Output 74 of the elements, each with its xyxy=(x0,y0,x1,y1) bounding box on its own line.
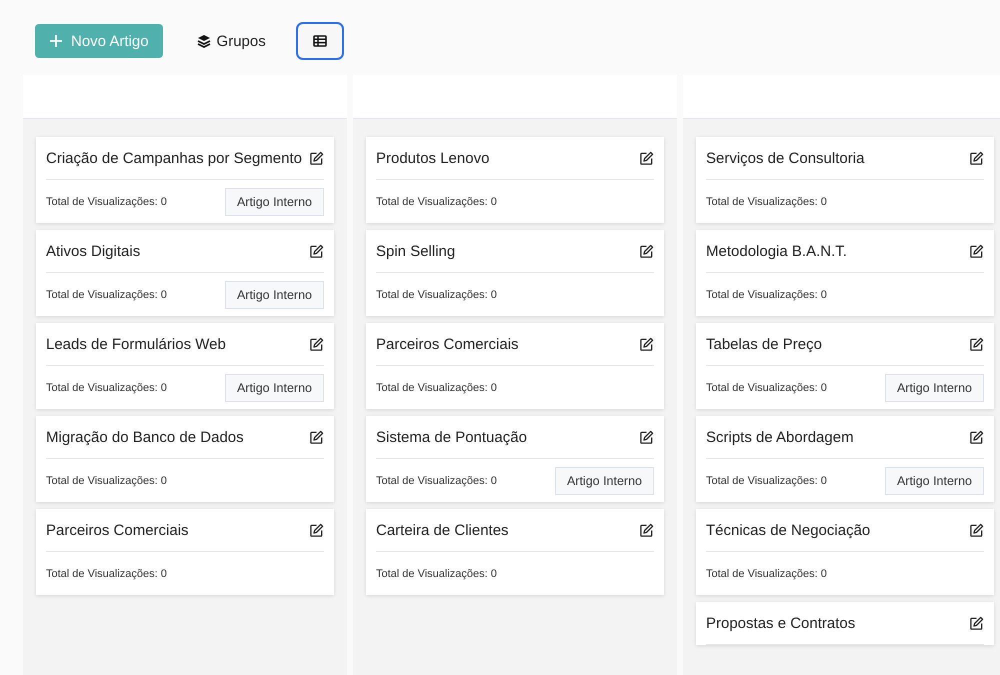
article-card[interactable]: Tabelas de Preço Total de Visualizações: 0 Artigo Interno xyxy=(696,323,994,409)
article-card[interactable]: Criação de Campanhas por Segmento Total de Visualizações: 0 Artigo Interno xyxy=(36,137,334,223)
article-card[interactable]: Parceiros Comerciais Total de Visualizações: 0 xyxy=(36,509,334,595)
article-title: Migração do Banco de Dados xyxy=(46,428,244,446)
plus-icon xyxy=(49,34,63,48)
article-title: Técnicas de Negociação xyxy=(706,522,870,538)
article-card[interactable]: Propostas e Contratos xyxy=(696,602,994,645)
edit-icon[interactable] xyxy=(639,336,654,352)
views-count: Total de Visualizações: 0 xyxy=(376,474,497,486)
article-title: Parceiros Comerciais xyxy=(46,522,189,538)
views-count: Total de Visualizações: 0 xyxy=(46,288,167,300)
article-title: Spin Selling xyxy=(376,242,456,260)
views-count: Total de Visualizações: 0 xyxy=(46,474,167,486)
article-title: Tabelas de Preço xyxy=(706,336,822,352)
article-card[interactable]: Leads de Formulários Web Total de Visualizações: 0 Artigo Interno xyxy=(36,323,334,409)
edit-icon[interactable] xyxy=(639,430,654,444)
edit-icon[interactable] xyxy=(309,336,324,352)
internal-article-tag: Artigo Interno xyxy=(224,374,324,402)
edit-icon[interactable] xyxy=(969,522,984,538)
edit-icon[interactable] xyxy=(309,244,324,258)
internal-article-tag: Artigo Interno xyxy=(884,374,984,402)
list-view-toggle[interactable] xyxy=(296,22,344,60)
views-count: Total de Visualizações: 0 xyxy=(376,568,497,580)
edit-icon[interactable] xyxy=(639,522,654,538)
edit-icon[interactable] xyxy=(969,244,984,258)
internal-article-tag: Artigo Interno xyxy=(224,280,324,308)
views-count: Total de Visualizações: 0 xyxy=(376,196,497,208)
article-card[interactable]: Carteira de Clientes Total de Visualizações: 0 xyxy=(366,509,664,595)
article-title: Criação de Campanhas por Segmento xyxy=(46,150,302,166)
internal-article-tag: Artigo Interno xyxy=(554,466,654,494)
article-title: Serviços de Consultoria xyxy=(706,150,864,166)
article-title: Propostas e Contratos xyxy=(706,614,856,632)
edit-icon[interactable] xyxy=(309,150,324,166)
layers-icon xyxy=(196,34,211,48)
article-card[interactable]: Serviços de Consultoria Total de Visualizações: 0 xyxy=(696,137,994,223)
views-count: Total de Visualizações: 0 xyxy=(706,568,827,580)
article-card[interactable]: Produtos Lenovo Total de Visualizações: 0 xyxy=(366,137,664,223)
views-count: Total de Visualizações: 0 xyxy=(706,382,827,394)
views-count: Total de Visualizações: 0 xyxy=(706,474,827,486)
article-card[interactable]: Parceiros Comerciais Total de Visualizações: 0 xyxy=(366,323,664,409)
article-card[interactable]: Migração do Banco de Dados Total de Visualizações: 0 xyxy=(36,416,334,502)
edit-icon[interactable] xyxy=(639,244,654,258)
article-card[interactable]: Spin Selling Total de Visualizações: 0 xyxy=(366,230,664,316)
article-title: Sistema de Pontuação xyxy=(376,428,527,446)
article-title: Ativos Digitais xyxy=(46,242,140,260)
views-count: Total de Visualizações: 0 xyxy=(376,382,497,394)
edit-icon[interactable] xyxy=(969,616,984,630)
edit-icon[interactable] xyxy=(309,430,324,444)
article-card[interactable]: Ativos Digitais Total de Visualizações: 0 Artigo Interno xyxy=(36,230,334,316)
views-count: Total de Visualizações: 0 xyxy=(46,382,167,394)
article-title: Scripts de Abordagem xyxy=(706,428,854,446)
edit-icon[interactable] xyxy=(969,150,984,166)
edit-icon[interactable] xyxy=(969,430,984,444)
groups-button[interactable]: Grupos xyxy=(182,24,280,58)
internal-article-tag: Artigo Interno xyxy=(224,188,324,216)
edit-icon[interactable] xyxy=(309,522,324,538)
edit-icon[interactable] xyxy=(969,336,984,352)
article-title: Leads de Formulários Web xyxy=(46,336,226,352)
article-title: Metodologia B.A.N.T. xyxy=(706,242,847,260)
article-card[interactable]: Técnicas de Negociação Total de Visualizações: 0 xyxy=(696,509,994,595)
article-card[interactable]: Scripts de Abordagem Total de Visualizações: 0 Artigo Interno xyxy=(696,416,994,502)
article-title: Parceiros Comerciais xyxy=(376,336,519,352)
article-title: Produtos Lenovo xyxy=(376,150,490,166)
views-count: Total de Visualizações: 0 xyxy=(46,196,167,208)
views-count: Total de Visualizações: 0 xyxy=(376,288,497,300)
views-count: Total de Visualizações: 0 xyxy=(46,568,167,580)
article-title: Carteira de Clientes xyxy=(376,522,509,538)
views-count: Total de Visualizações: 0 xyxy=(706,196,827,208)
article-card[interactable]: Metodologia B.A.N.T. Total de Visualizações: 0 xyxy=(696,230,994,316)
internal-article-tag: Artigo Interno xyxy=(884,466,984,494)
edit-icon[interactable] xyxy=(639,150,654,166)
table-icon xyxy=(312,35,327,47)
article-card[interactable]: Sistema de Pontuação Total de Visualizações: 0 Artigo Interno xyxy=(366,416,664,502)
views-count: Total de Visualizações: 0 xyxy=(706,288,827,300)
